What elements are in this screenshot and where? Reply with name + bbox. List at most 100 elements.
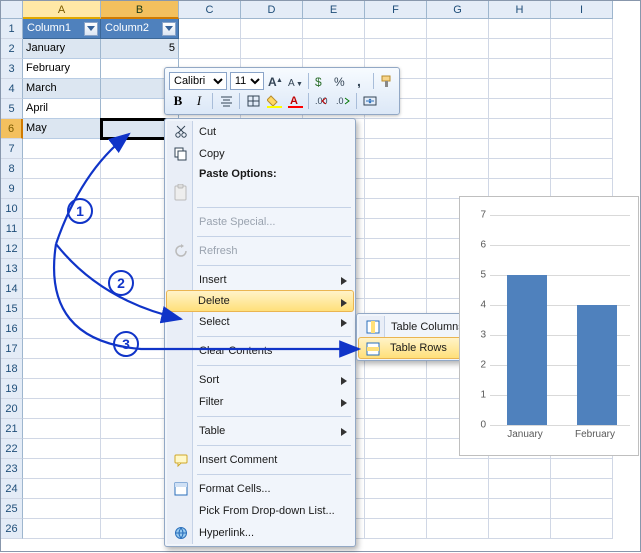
svg-text:▲: ▲ — [276, 77, 282, 84]
submenu-arrow-icon — [341, 398, 347, 410]
comment-icon — [173, 452, 189, 468]
menu-delete[interactable]: Delete — [166, 290, 354, 312]
embedded-chart[interactable]: 01234567 JanuaryFebruary — [459, 196, 639, 456]
row-header[interactable]: 21 — [1, 419, 23, 439]
col-header-E[interactable]: E — [303, 1, 365, 19]
row-header[interactable]: 20 — [1, 399, 23, 419]
annotation-badge-3: 3 — [113, 331, 139, 357]
row-header[interactable]: 18 — [1, 359, 23, 379]
font-family-select[interactable]: Calibri — [169, 72, 227, 90]
table-header-label: Column2 — [105, 19, 149, 38]
submenu-arrow-icon — [341, 276, 347, 288]
row-header[interactable]: 11 — [1, 219, 23, 239]
row-header[interactable]: 25 — [1, 499, 23, 519]
menu-sort[interactable]: Sort — [167, 369, 353, 391]
font-color-button[interactable]: A — [286, 92, 304, 110]
col-header-I[interactable]: I — [551, 1, 613, 19]
shrink-font-button[interactable]: A▼ — [287, 72, 304, 90]
paste-options-header: Paste Options: — [167, 165, 353, 182]
row-header[interactable]: 10 — [1, 199, 23, 219]
col-header-D[interactable]: D — [241, 1, 303, 19]
row-header[interactable]: 17 — [1, 339, 23, 359]
row-header[interactable]: 6 — [1, 119, 23, 139]
chart-x-label: January — [490, 425, 560, 455]
menu-clear-contents[interactable]: Clear Contents — [167, 340, 353, 362]
row-header[interactable]: 3 — [1, 59, 23, 79]
chart-x-label: February — [560, 425, 630, 455]
font-size-select[interactable]: 11 — [230, 72, 264, 90]
column-header-row: A B C D E F G H I — [1, 1, 640, 19]
refresh-icon — [173, 243, 189, 259]
menu-select[interactable]: Select — [167, 311, 353, 333]
submenu-arrow-icon — [341, 427, 347, 439]
increase-decimal-button[interactable]: .0 — [334, 92, 352, 110]
table-header-col2[interactable]: Column2 — [101, 19, 179, 39]
row-header[interactable]: 14 — [1, 279, 23, 299]
table-cell[interactable]: 5 — [101, 39, 179, 59]
clipboard-icon — [173, 185, 189, 201]
menu-pick-from-list[interactable]: Pick From Drop-down List... — [167, 500, 353, 522]
menu-insert-comment[interactable]: Insert Comment — [167, 449, 353, 471]
row-header[interactable]: 23 — [1, 459, 23, 479]
row-header[interactable]: 15 — [1, 299, 23, 319]
filter-dropdown-icon[interactable] — [162, 22, 176, 36]
accounting-format-button[interactable]: $ — [313, 72, 330, 90]
row-header[interactable]: 7 — [1, 139, 23, 159]
italic-button[interactable]: I — [190, 92, 208, 110]
row-header[interactable]: 13 — [1, 259, 23, 279]
menu-copy[interactable]: Copy — [167, 143, 353, 165]
chart-bar — [577, 305, 617, 425]
col-header-C[interactable]: C — [179, 1, 241, 19]
menu-filter[interactable]: Filter — [167, 391, 353, 413]
row-header[interactable]: 1 — [1, 19, 23, 39]
menu-cut[interactable]: Cut — [167, 121, 353, 143]
menu-paste-special: Paste Special... — [167, 211, 353, 233]
grow-font-button[interactable]: A▲ — [267, 72, 284, 90]
row-header[interactable]: 19 — [1, 379, 23, 399]
scissors-icon — [173, 124, 189, 140]
submenu-arrow-icon — [341, 376, 347, 388]
table-cell[interactable]: April — [23, 99, 101, 119]
menu-paste — [167, 182, 353, 204]
mini-toolbar: Calibri 11 A▲ A▼ $ % , B I A .00 .0 — [164, 67, 400, 115]
row-header[interactable]: 24 — [1, 479, 23, 499]
merge-center-button[interactable] — [361, 92, 379, 110]
menu-hyperlink[interactable]: Hyperlink... — [167, 522, 353, 544]
row-header[interactable]: 4 — [1, 79, 23, 99]
borders-button[interactable] — [244, 92, 262, 110]
table-cell[interactable]: May — [23, 119, 101, 139]
menu-format-cells[interactable]: Format Cells... — [167, 478, 353, 500]
row-header[interactable]: 9 — [1, 179, 23, 199]
copy-icon — [173, 146, 189, 162]
center-align-button[interactable] — [217, 92, 235, 110]
row-header[interactable]: 5 — [1, 99, 23, 119]
svg-text:A: A — [290, 95, 298, 107]
row-header[interactable]: 22 — [1, 439, 23, 459]
table-cell[interactable]: January — [23, 39, 101, 59]
col-header-B[interactable]: B — [101, 1, 179, 19]
row-header[interactable]: 16 — [1, 319, 23, 339]
filter-dropdown-icon[interactable] — [84, 22, 98, 36]
row-header[interactable]: 2 — [1, 39, 23, 59]
submenu-arrow-icon — [341, 298, 347, 310]
table-columns-icon — [365, 319, 381, 335]
row-header[interactable]: 8 — [1, 159, 23, 179]
menu-insert[interactable]: Insert — [167, 269, 353, 291]
col-header-F[interactable]: F — [365, 1, 427, 19]
fill-color-button[interactable] — [265, 92, 283, 110]
menu-table[interactable]: Table — [167, 420, 353, 442]
table-cell[interactable]: February — [23, 59, 101, 79]
col-header-H[interactable]: H — [489, 1, 551, 19]
decrease-decimal-button[interactable]: .00 — [313, 92, 331, 110]
percent-format-button[interactable]: % — [332, 72, 349, 90]
col-header-G[interactable]: G — [427, 1, 489, 19]
table-cell[interactable]: March — [23, 79, 101, 99]
row-header[interactable]: 12 — [1, 239, 23, 259]
table-header-col1[interactable]: Column1 — [23, 19, 101, 39]
col-header-A[interactable]: A — [23, 1, 101, 19]
row-header[interactable]: 26 — [1, 519, 23, 539]
bold-button[interactable]: B — [169, 92, 187, 110]
annotation-badge-2: 2 — [108, 270, 134, 296]
format-painter-button[interactable] — [378, 72, 395, 90]
comma-format-button[interactable]: , — [352, 72, 369, 90]
